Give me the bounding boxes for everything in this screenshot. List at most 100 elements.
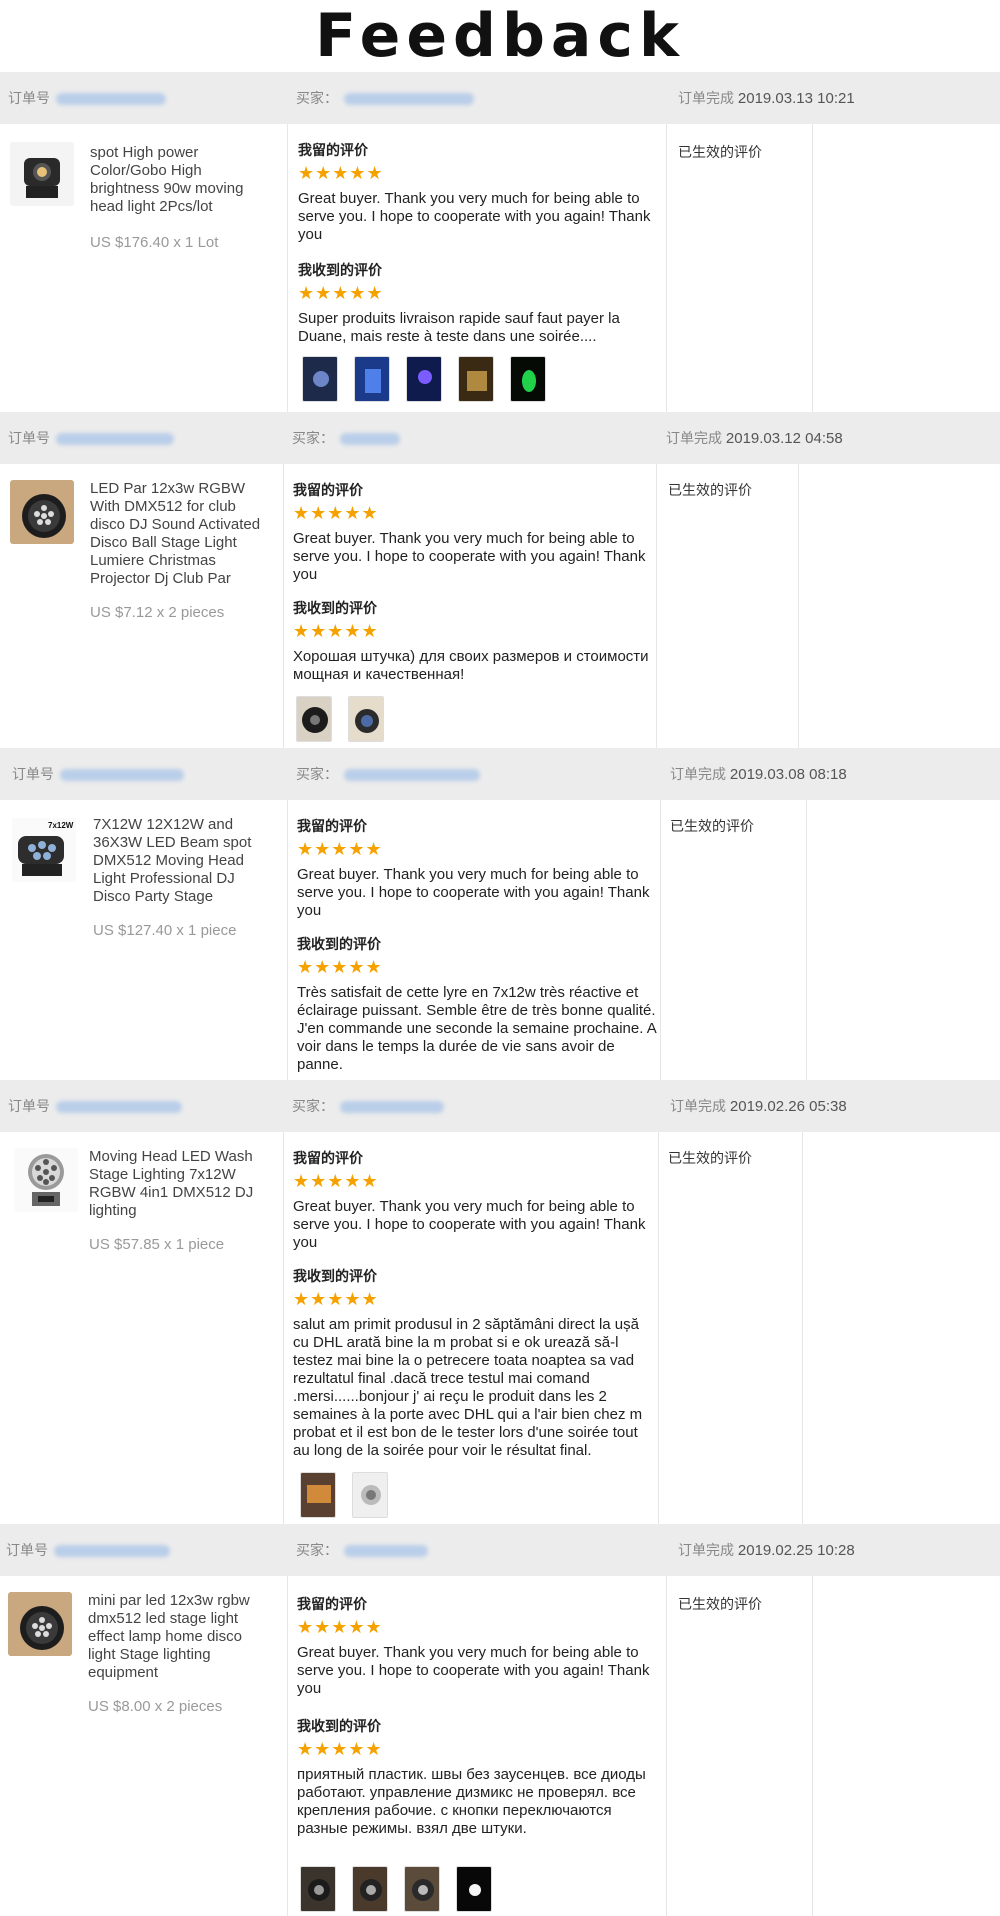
received-review: 我收到的评价 ★★★★★ приятный пластик. швы без з… (297, 1716, 657, 1838)
order-card: 订单号 买家： 订单完成 2019.02.25 10:28 mini par l… (0, 1524, 1000, 1916)
received-review-label: 我收到的评价 (297, 936, 381, 952)
review-photos (300, 1472, 404, 1518)
page-title: Feedback (315, 1, 685, 71)
left-review-label: 我留的评价 (298, 142, 368, 158)
left-review-text: Great buyer. Thank you very much for bei… (293, 1198, 646, 1251)
received-review-text: Хорошая штучка) для своих размеров и сто… (293, 648, 649, 683)
buyer-name-redacted (340, 1101, 444, 1114)
review-photos (300, 1866, 508, 1912)
product-name[interactable]: mini par led 12x3w rgbw dmx512 led stage… (88, 1592, 263, 1682)
review-status: 已生效的评价 (668, 482, 752, 498)
review-photo[interactable] (406, 356, 442, 402)
order-number-label: 订单号 (12, 766, 54, 782)
svg-text:7x12W: 7x12W (48, 821, 74, 830)
completed-label: 订单完成 (670, 766, 726, 782)
received-rating-stars: ★★★★★ (293, 1289, 379, 1309)
review-photo[interactable] (458, 356, 494, 402)
left-rating-stars: ★★★★★ (297, 1617, 383, 1637)
order-card: 订单号 买家： 订单完成 2019.02.26 05:38 Moving Hea… (0, 1080, 1000, 1524)
buyer-label: 买家： (292, 1098, 334, 1114)
left-review: 我留的评价 ★★★★★ Great buyer. Thank you very … (298, 140, 658, 244)
product-name[interactable]: LED Par 12x3w RGBW With DMX512 for club … (90, 480, 265, 588)
product-price: US $57.85 x 1 piece (89, 1236, 225, 1253)
review-photo[interactable] (300, 1472, 336, 1518)
product-thumbnail[interactable]: 7x12W (12, 818, 76, 882)
order-card: 订单号 买家： 订单完成 2019.03.12 04:58 LED Par 12… (0, 412, 1000, 748)
buyer-name-redacted (340, 433, 400, 446)
received-review-text: Super produits livraison rapide sauf fau… (298, 310, 620, 345)
left-review: 我留的评价 ★★★★★ Great buyer. Thank you very … (293, 480, 653, 584)
left-rating-stars: ★★★★★ (293, 1171, 379, 1191)
review-photo[interactable] (296, 696, 332, 742)
review-photos (302, 356, 562, 402)
order-date: 2019.02.25 10:28 (737, 1542, 855, 1559)
left-review-label: 我留的评价 (293, 482, 363, 498)
product-thumbnail[interactable] (8, 1592, 72, 1656)
received-review: 我收到的评价 ★★★★★ Très satisfait de cette lyr… (297, 934, 657, 1074)
order-header: 订单号 买家： 订单完成 2019.03.08 08:18 (0, 748, 1000, 800)
left-rating-stars: ★★★★★ (297, 839, 383, 859)
review-photo[interactable] (404, 1866, 440, 1912)
product-thumbnail[interactable] (10, 142, 74, 206)
order-header: 订单号 买家： 订单完成 2019.02.25 10:28 (0, 1524, 1000, 1576)
completed-label: 订单完成 (670, 1098, 726, 1114)
order-date: 2019.03.12 04:58 (725, 430, 843, 447)
received-review-label: 我收到的评价 (293, 1268, 377, 1284)
led-wash-moving-head-icon (14, 1148, 78, 1212)
review-photo[interactable] (352, 1472, 388, 1518)
received-rating-stars: ★★★★★ (298, 283, 384, 303)
review-photo[interactable] (352, 1866, 388, 1912)
left-rating-stars: ★★★★★ (293, 503, 379, 523)
left-review-label: 我留的评价 (297, 1596, 367, 1612)
review-photo[interactable] (348, 696, 384, 742)
left-rating-stars: ★★★★★ (298, 163, 384, 183)
received-review-text: Très satisfait de cette lyre en 7x12w tr… (297, 984, 656, 1073)
product-thumbnail[interactable] (14, 1148, 78, 1212)
order-card: 订单号 买家： 订单完成 2019.03.13 10:21 spot High … (0, 72, 1000, 412)
review-status: 已生效的评价 (668, 1150, 752, 1166)
review-photo[interactable] (302, 356, 338, 402)
review-photo[interactable] (300, 1866, 336, 1912)
buyer-label: 买家： (296, 766, 338, 782)
order-date: 2019.02.26 05:38 (729, 1098, 847, 1115)
product-price: US $127.40 x 1 piece (93, 922, 237, 939)
left-review: 我留的评价 ★★★★★ Great buyer. Thank you very … (293, 1148, 653, 1252)
completed-label: 订单完成 (678, 1542, 734, 1558)
product-name[interactable]: Moving Head LED Wash Stage Lighting 7x12… (89, 1148, 264, 1220)
order-number-redacted (60, 769, 184, 782)
received-review-text: salut am primit produsul in 2 săptămâni … (293, 1316, 643, 1459)
received-rating-stars: ★★★★★ (297, 957, 383, 977)
buyer-name-redacted (344, 93, 474, 106)
received-review-label: 我收到的评价 (298, 262, 382, 278)
product-price: US $8.00 x 2 pieces (88, 1698, 223, 1715)
product-name[interactable]: 7X12W 12X12W and 36X3W LED Beam spot DMX… (93, 816, 268, 906)
led-beam-moving-head-icon: 7x12W (12, 818, 76, 882)
product-thumbnail[interactable] (10, 480, 74, 544)
order-number-label: 订单号 (8, 430, 50, 446)
order-date: 2019.03.08 08:18 (729, 766, 847, 783)
left-review: 我留的评价 ★★★★★ Great buyer. Thank you very … (297, 816, 657, 920)
order-number-redacted (56, 433, 174, 446)
left-review-text: Great buyer. Thank you very much for bei… (297, 866, 650, 919)
order-card: 订单号 买家： 订单完成 2019.03.08 08:18 7x12W 7X12… (0, 748, 1000, 1080)
received-review: 我收到的评价 ★★★★★ Super produits livraison ra… (298, 260, 658, 346)
left-review-text: Great buyer. Thank you very much for bei… (297, 1644, 650, 1697)
left-review-label: 我留的评价 (293, 1150, 363, 1166)
review-photo[interactable] (354, 356, 390, 402)
review-status: 已生效的评价 (678, 1596, 762, 1612)
review-photo[interactable] (456, 1866, 492, 1912)
buyer-label: 买家： (292, 430, 334, 446)
mini-par-light-icon (8, 1592, 72, 1656)
order-date: 2019.03.13 10:21 (737, 90, 855, 107)
moving-head-light-icon (10, 142, 74, 206)
review-photo[interactable] (510, 356, 546, 402)
order-number-label: 订单号 (6, 1542, 48, 1558)
received-rating-stars: ★★★★★ (297, 1739, 383, 1759)
received-review-label: 我收到的评价 (297, 1718, 381, 1734)
completed-label: 订单完成 (666, 430, 722, 446)
received-review-text: приятный пластик. швы без заусенцев. все… (297, 1766, 646, 1837)
order-number-label: 订单号 (8, 1098, 50, 1114)
completed-label: 订单完成 (678, 90, 734, 106)
product-name[interactable]: spot High power Color/Gobo High brightne… (90, 144, 265, 216)
buyer-name-redacted (344, 1545, 428, 1558)
